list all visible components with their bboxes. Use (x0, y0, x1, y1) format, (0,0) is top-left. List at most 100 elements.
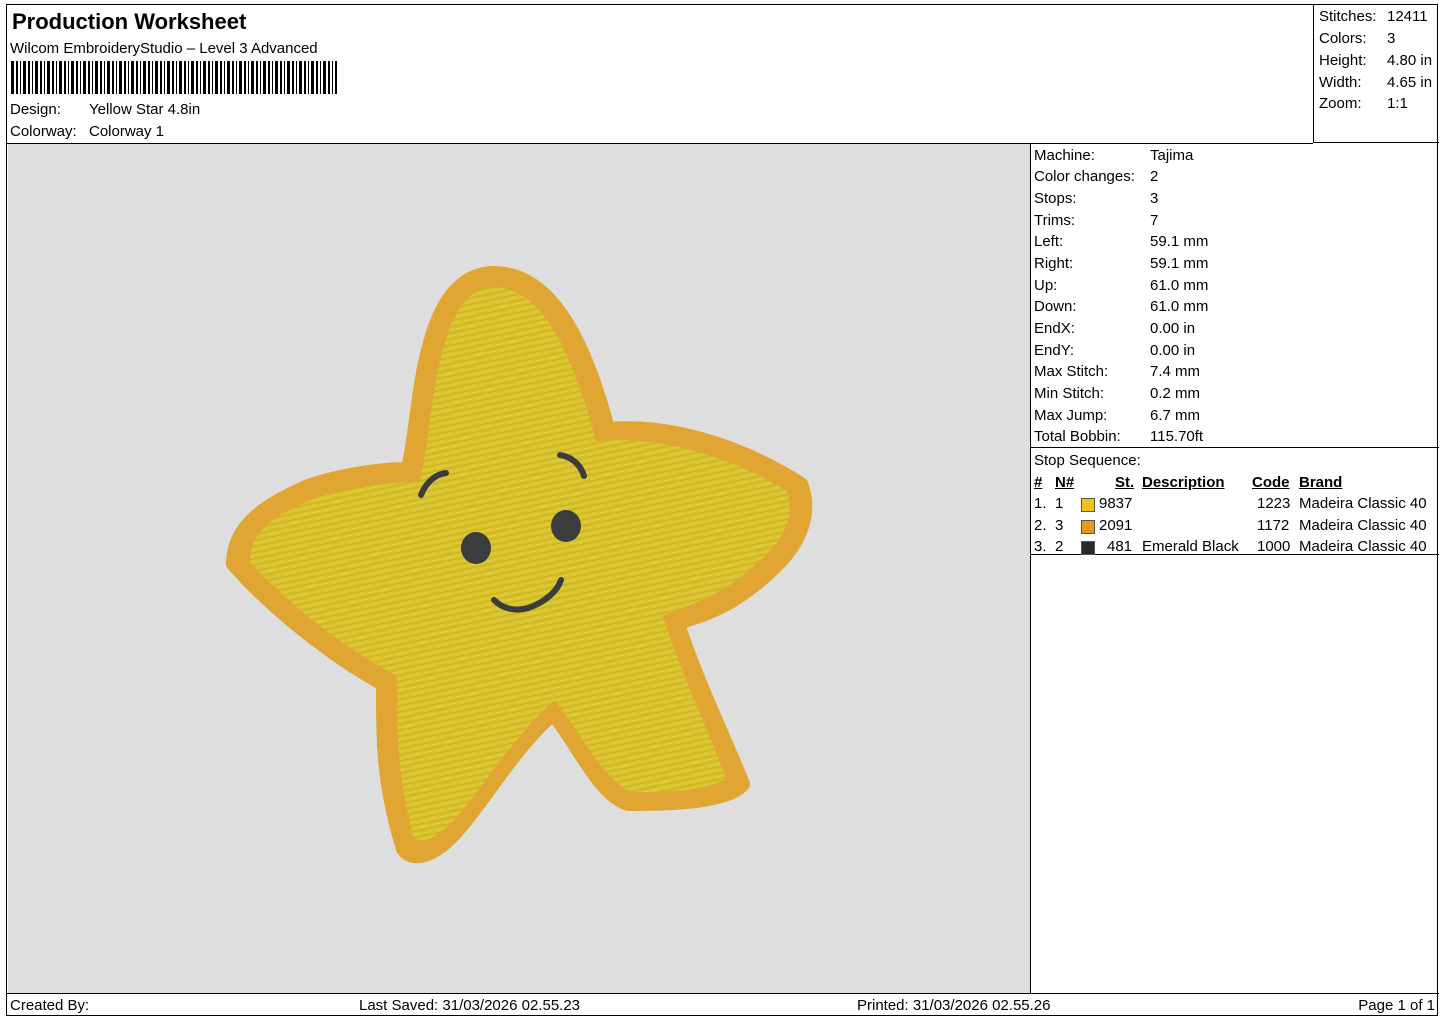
right-value: 59.1 mm (1150, 255, 1209, 272)
printed-date: Printed: 31/03/2026 02.55.26 (857, 997, 1051, 1014)
page-number: Page 1 of 1 (1358, 997, 1435, 1014)
machine-details: Machine: Tajima Color changes: 2 Stops: 3 T… (1031, 144, 1439, 448)
total-bobbin-value: 115.70ft (1150, 428, 1204, 445)
row-stitches: 481 (1107, 538, 1133, 555)
down-label: Down: (1034, 298, 1077, 315)
stat-label: Width: (1319, 74, 1362, 91)
row-code: 1172 (1257, 517, 1290, 534)
endy-label: EndY: (1034, 342, 1075, 359)
colorway-name: Colorway 1 (89, 123, 165, 140)
software-name: Wilcom EmbroideryStudio – Level 3 Advanc… (10, 40, 318, 57)
stat-zoom: Zoom: 1:1 (1319, 95, 1437, 112)
stops-label: Stops: (1034, 190, 1077, 207)
endy-row: EndY: 0.00 in (1034, 342, 1195, 359)
trims-label: Trims: (1034, 212, 1076, 229)
stat-height: Height: 4.80 in (1319, 52, 1437, 69)
stat-width: Width: 4.65 in (1319, 74, 1437, 91)
stop-row: 2. 3 2091 1172 Madeira Classic 40 (1031, 517, 1439, 537)
row-needle: 3 (1055, 517, 1064, 534)
machine-row: Machine: Tajima (1034, 147, 1193, 164)
stop-sequence: Stop Sequence: # N# St. Description Code… (1031, 448, 1439, 555)
design-stats: Stitches: 12411 Colors: 3 Height: 4.80 in W… (1313, 5, 1439, 143)
worksheet-frame: Production Worksheet Wilcom EmbroiderySt… (6, 4, 1439, 1017)
endx-value: 0.00 in (1150, 320, 1196, 337)
page-title: Production Worksheet (12, 9, 247, 34)
trims-value: 7 (1150, 212, 1159, 229)
barcode (11, 61, 337, 94)
endy-value: 0.00 in (1150, 342, 1196, 359)
up-label: Up: (1034, 277, 1058, 294)
trims-row: Trims: 7 (1034, 212, 1158, 229)
color-changes-label: Color changes: (1034, 168, 1135, 185)
stop-row: 3. 2 481 Emerald Black 1000 Madeira Clas… (1031, 538, 1439, 558)
left-label: Left: (1034, 233, 1064, 250)
up-row: Up: 61.0 mm (1034, 277, 1208, 294)
stop-sequence-header: # N# St. Description Code Brand (1031, 474, 1439, 494)
up-value: 61.0 mm (1150, 277, 1209, 294)
max-jump-value: 6.7 mm (1150, 407, 1201, 424)
max-jump-label: Max Jump: (1034, 407, 1108, 424)
row-brand: Madeira Classic 40 (1299, 538, 1427, 555)
worksheet-footer: Created By: Last Saved: 31/03/2026 02.55… (7, 993, 1439, 1017)
left-eye (461, 532, 491, 564)
min-stitch-value: 0.2 mm (1150, 385, 1201, 402)
worksheet-header: Production Worksheet Wilcom EmbroiderySt… (7, 5, 1313, 144)
colorway-row: Colorway: Colorway 1 (10, 123, 164, 140)
endx-label: EndX: (1034, 320, 1075, 337)
design-row: Design: Yellow Star 4.8in (10, 101, 200, 118)
col-needle: N# (1055, 474, 1075, 491)
design-preview (8, 144, 1031, 993)
stat-colors: Colors: 3 (1319, 30, 1437, 47)
max-stitch-label: Max Stitch: (1034, 363, 1109, 380)
stop-sequence-title: Stop Sequence: (1034, 452, 1141, 469)
col-stitches: St. (1115, 474, 1135, 491)
row-num: 1. (1034, 495, 1047, 512)
stat-label: Height: (1319, 52, 1367, 69)
max-stitch-row: Max Stitch: 7.4 mm (1034, 363, 1200, 380)
row-code: 1000 (1257, 538, 1291, 555)
max-stitch-value: 7.4 mm (1150, 363, 1201, 380)
stat-label: Colors: (1319, 30, 1367, 47)
right-label: Right: (1034, 255, 1074, 272)
color-swatch (1081, 541, 1095, 555)
machine-label: Machine: (1034, 147, 1095, 164)
down-row: Down: 61.0 mm (1034, 298, 1208, 315)
stat-value: 3 (1387, 30, 1396, 47)
stops-value: 3 (1150, 190, 1159, 207)
down-value: 61.0 mm (1150, 298, 1209, 315)
row-brand: Madeira Classic 40 (1299, 517, 1427, 534)
total-bobbin-row: Total Bobbin: 115.70ft (1034, 428, 1203, 445)
row-stitches: 2091 (1099, 517, 1133, 534)
stops-row: Stops: 3 (1034, 190, 1158, 207)
col-brand: Brand (1299, 474, 1343, 491)
color-changes-row: Color changes: 2 (1034, 168, 1158, 185)
right-row: Right: 59.1 mm (1034, 255, 1208, 272)
machine-value: Tajima (1150, 147, 1194, 164)
stat-value: 12411 (1387, 8, 1428, 25)
col-num: # (1034, 474, 1043, 491)
design-label: Design: (10, 101, 61, 118)
col-code: Code (1252, 474, 1290, 491)
row-needle: 2 (1055, 538, 1064, 555)
row-brand: Madeira Classic 40 (1299, 495, 1427, 512)
row-stitches: 9837 (1099, 495, 1133, 512)
row-code: 1223 (1257, 495, 1291, 512)
stat-value: 4.65 in (1387, 74, 1433, 91)
left-row: Left: 59.1 mm (1034, 233, 1208, 250)
row-needle: 1 (1055, 495, 1064, 512)
right-eye (551, 510, 581, 542)
min-stitch-label: Min Stitch: (1034, 385, 1105, 402)
stat-value: 4.80 in (1387, 52, 1433, 69)
color-changes-value: 2 (1150, 168, 1159, 185)
row-description: Emerald Black (1142, 538, 1239, 555)
max-jump-row: Max Jump: 6.7 mm (1034, 407, 1200, 424)
star-embroidery-image (226, 265, 813, 864)
col-description: Description (1142, 474, 1225, 491)
color-swatch (1081, 520, 1095, 534)
endx-row: EndX: 0.00 in (1034, 320, 1195, 337)
row-num: 2. (1034, 517, 1047, 534)
stat-value: 1:1 (1387, 95, 1408, 112)
stop-row: 1. 1 9837 1223 Madeira Classic 40 (1031, 495, 1439, 515)
min-stitch-row: Min Stitch: 0.2 mm (1034, 385, 1200, 402)
stat-stitches: Stitches: 12411 (1319, 8, 1437, 25)
